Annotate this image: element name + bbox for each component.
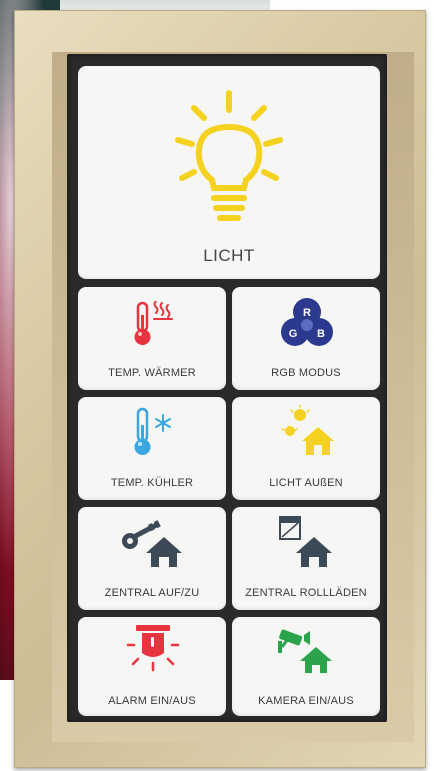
rgb-letter-g: G bbox=[289, 328, 298, 340]
licht-aussen-label: LICHT AUßEN bbox=[269, 477, 343, 489]
touch-screen: LICHT TEMP. WÄRMER R G B RGB MODUS TEMP.… bbox=[67, 54, 387, 722]
thermometer-heat-icon bbox=[134, 301, 173, 345]
rgb-modus-label: RGB MODUS bbox=[271, 367, 341, 379]
zentral-rolllaeden-label: ZENTRAL ROLLLÄDEN bbox=[245, 587, 367, 599]
rgb-modus-button[interactable]: R G B RGB MODUS bbox=[232, 287, 380, 390]
lightbulb-icon bbox=[175, 90, 283, 221]
kamera-ein-aus-label: KAMERA EIN/AUS bbox=[258, 695, 354, 707]
temp-kuehler-button[interactable]: TEMP. KÜHLER bbox=[78, 397, 226, 500]
temp-kuehler-label: TEMP. KÜHLER bbox=[110, 477, 194, 489]
house-light-icon bbox=[281, 405, 334, 455]
thermometer-cold-icon bbox=[134, 407, 171, 455]
zentral-rolllaeden-button[interactable]: ZENTRAL ROLLLÄDEN bbox=[232, 507, 380, 610]
rgb-letter-r: R bbox=[303, 307, 311, 319]
key-house-icon bbox=[122, 520, 182, 567]
licht-aussen-button[interactable]: LICHT AUßEN bbox=[232, 397, 380, 500]
alarm-ein-aus-label: ALARM EIN/AUS bbox=[108, 695, 196, 707]
zentral-auf-zu-button[interactable]: ZENTRAL AUF/ZU bbox=[78, 507, 226, 610]
licht-button[interactable]: LICHT bbox=[78, 66, 380, 279]
shutter-house-icon bbox=[279, 516, 332, 567]
temp-waermer-button[interactable]: TEMP. WÄRMER bbox=[78, 287, 226, 390]
temp-waermer-label: TEMP. WÄRMER bbox=[108, 367, 196, 379]
rgb-circles-icon: R G B bbox=[281, 298, 333, 346]
alarm-ein-aus-button[interactable]: ALARM EIN/AUS bbox=[78, 617, 226, 716]
alarm-siren-icon bbox=[126, 625, 180, 672]
zentral-auf-zu-label: ZENTRAL AUF/ZU bbox=[104, 587, 200, 599]
camera-house-icon bbox=[278, 629, 332, 673]
kamera-ein-aus-button[interactable]: KAMERA EIN/AUS bbox=[232, 617, 380, 716]
rgb-letter-b: B bbox=[317, 328, 325, 340]
licht-label: LICHT bbox=[203, 246, 255, 265]
